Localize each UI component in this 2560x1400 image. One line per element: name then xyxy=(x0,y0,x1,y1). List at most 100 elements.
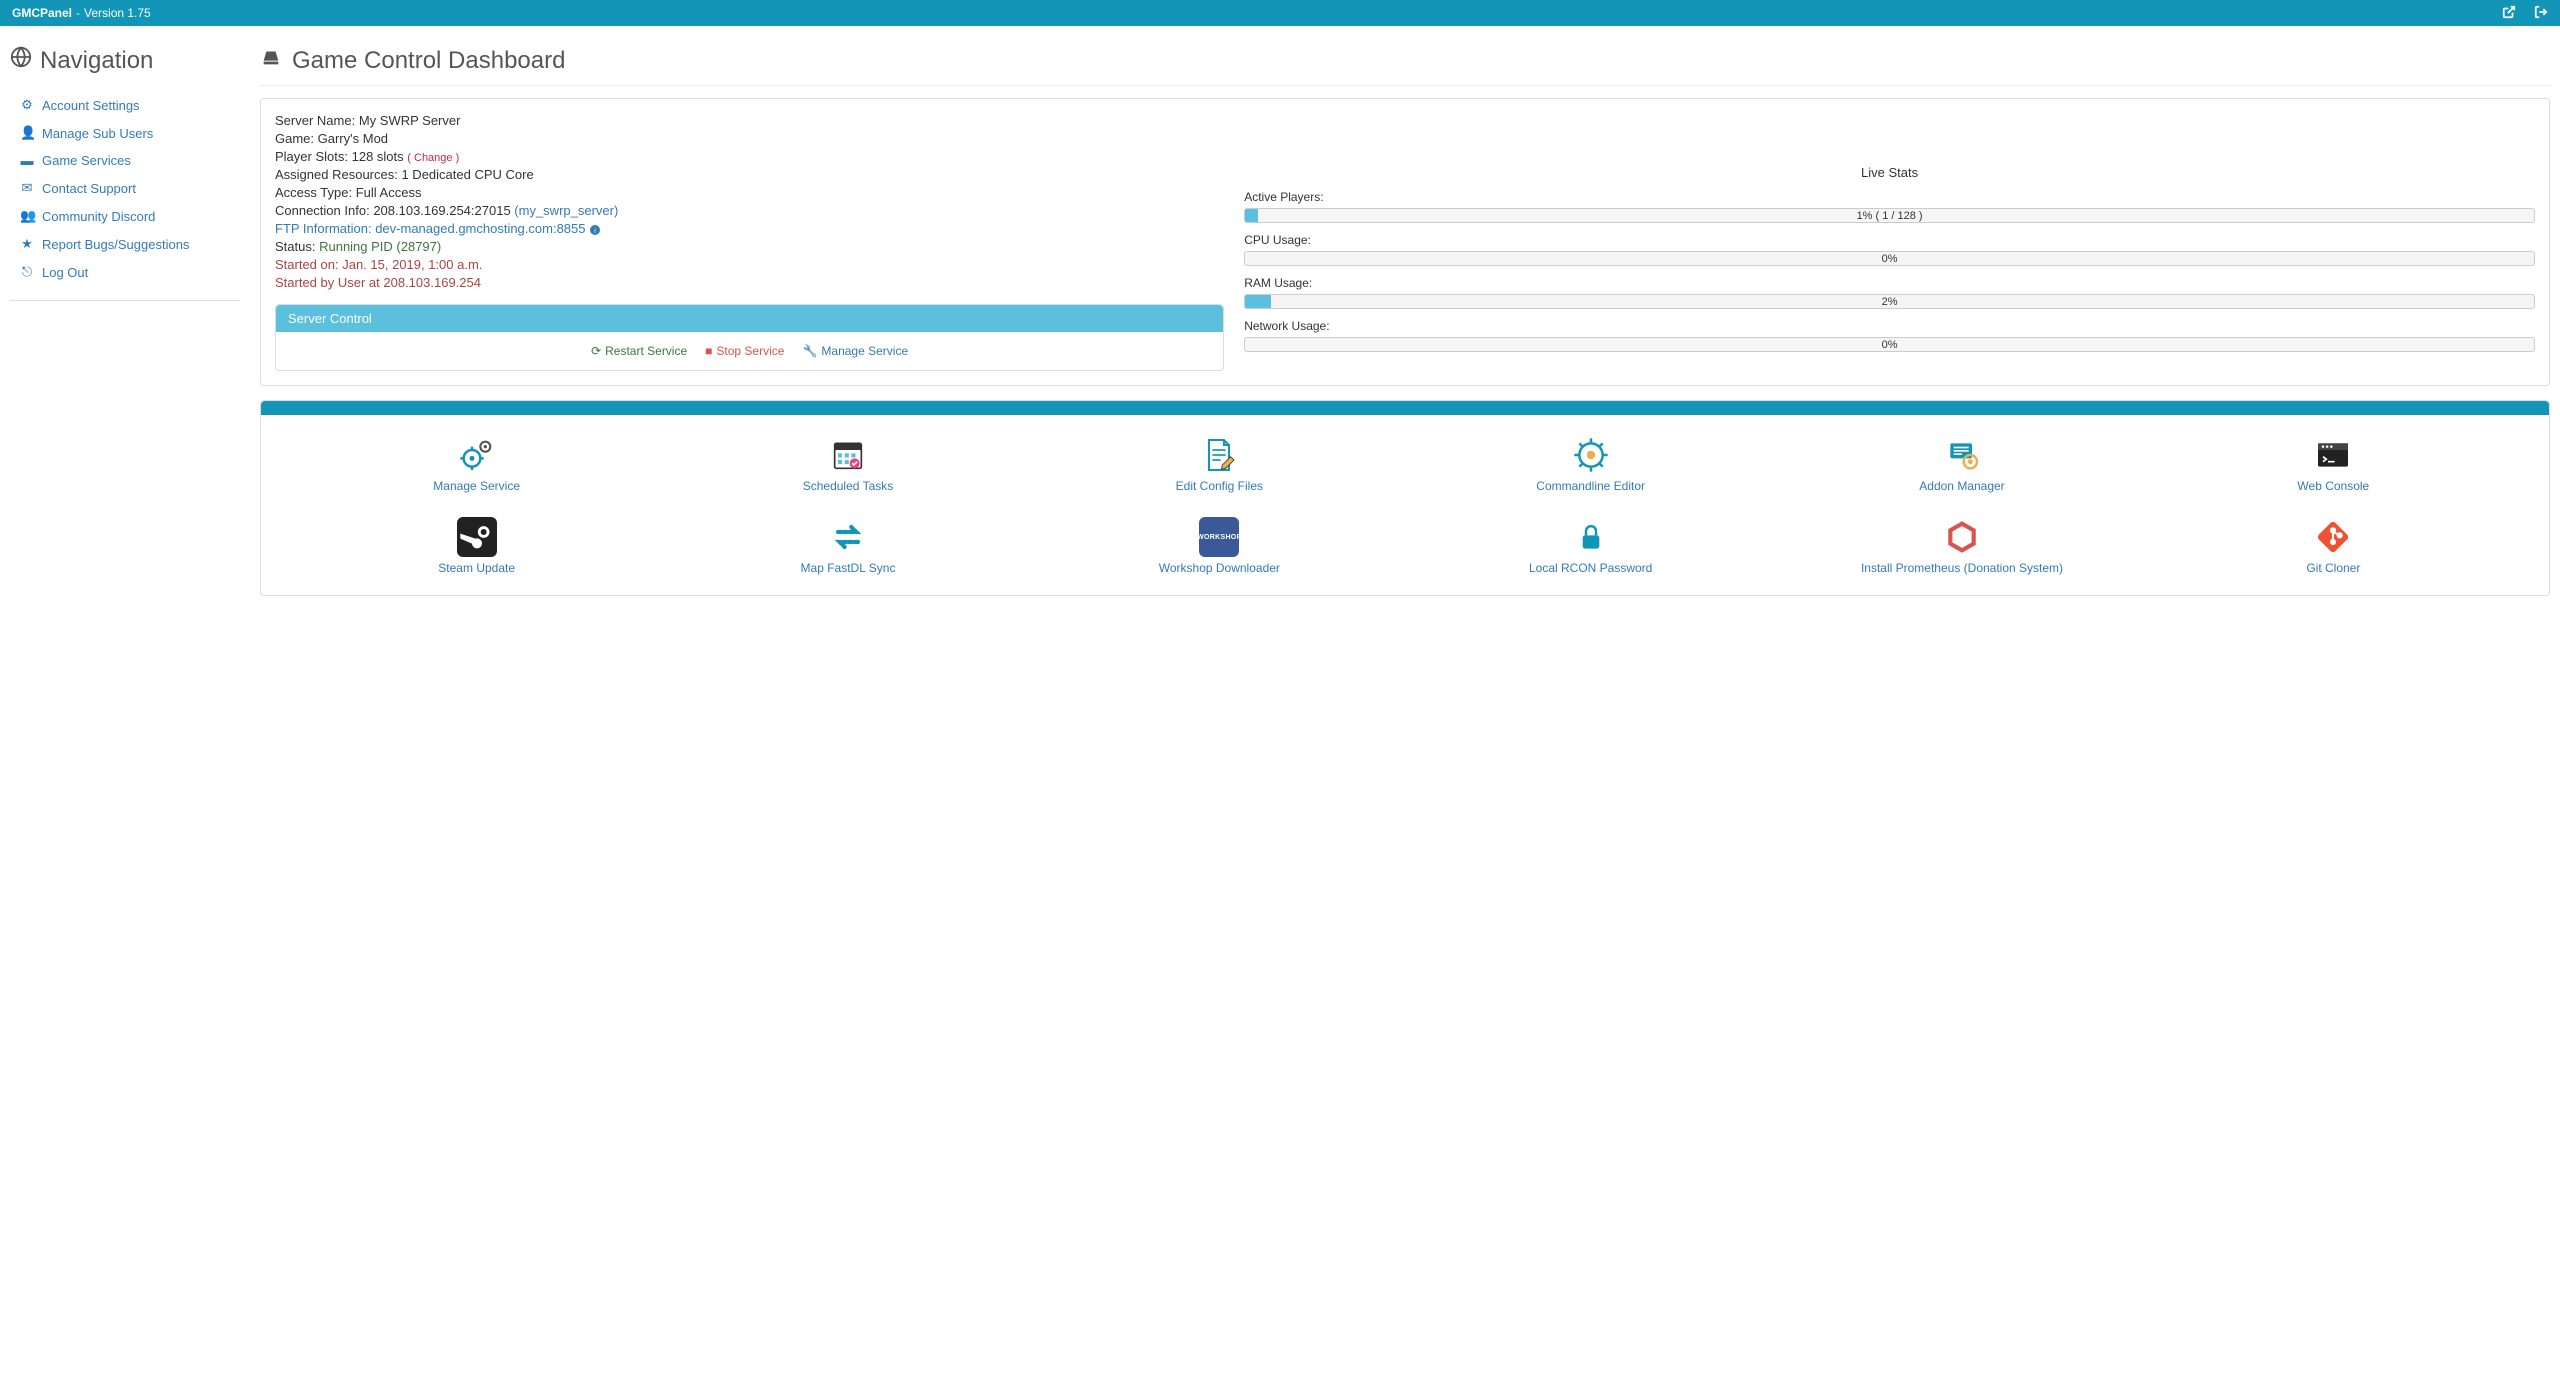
star-icon: ★ xyxy=(20,236,34,252)
prometheus-icon xyxy=(1776,517,2147,557)
sidebar-item-subusers[interactable]: 👤 Manage Sub Users xyxy=(10,119,240,147)
page-heading: Game Control Dashboard xyxy=(260,46,2550,86)
gears-icon xyxy=(291,435,662,475)
workshop-icon: WORKSHOP xyxy=(1034,517,1405,557)
stat-label: RAM Usage: xyxy=(1244,276,2535,290)
sidebar-item-account[interactable]: ⚙ Account Settings xyxy=(10,91,240,119)
addon-icon xyxy=(1776,435,2147,475)
nav-heading: Navigation xyxy=(10,46,240,75)
progress-bar: 0% xyxy=(1244,251,2535,266)
edit-file-icon xyxy=(1034,435,1405,475)
progress-text: 0% xyxy=(1245,252,2534,265)
feature-workshop-downloader[interactable]: WORKSHOP Workshop Downloader xyxy=(1034,517,1405,575)
sign-out-icon[interactable] xyxy=(2534,5,2548,22)
brand-sep: - xyxy=(76,6,80,20)
feature-label: Workshop Downloader xyxy=(1034,561,1405,575)
sidebar-item-label: Log Out xyxy=(42,265,88,280)
feature-scheduled-tasks[interactable]: Scheduled Tasks xyxy=(662,435,1033,493)
info-panel: Server Name: My SWRP Server Game: Garry'… xyxy=(260,98,2550,386)
steam-icon xyxy=(291,517,662,557)
sidebar-item-discord[interactable]: 👥 Community Discord xyxy=(10,202,240,230)
calendar-icon xyxy=(662,435,1033,475)
brand: GMCPanel xyxy=(12,6,72,20)
globe-icon xyxy=(10,46,32,75)
info-game: Game: Garry's Mod xyxy=(275,131,1224,146)
feature-web-console[interactable]: Web Console xyxy=(2148,435,2519,493)
feature-steam-update[interactable]: Steam Update xyxy=(291,517,662,575)
feature-rcon-password[interactable]: Local RCON Password xyxy=(1405,517,1776,575)
stat-ram: RAM Usage: 2% xyxy=(1244,276,2535,309)
progress-bar: 2% xyxy=(1244,294,2535,309)
live-stats: Live Stats Active Players: 1% ( 1 / 128 … xyxy=(1244,113,2535,371)
sync-icon xyxy=(662,517,1033,557)
stat-label: Active Players: xyxy=(1244,190,2535,204)
stop-icon: ■ xyxy=(705,344,712,358)
sidebar-item-label: Game Services xyxy=(42,153,131,168)
feature-box: Manage Service Scheduled Tasks Edit Conf… xyxy=(260,400,2550,596)
sidebar: Navigation ⚙ Account Settings 👤 Manage Sub… xyxy=(10,36,240,596)
stat-label: Network Usage: xyxy=(1244,319,2535,333)
stat-net: Network Usage: 0% xyxy=(1244,319,2535,352)
info-access: Access Type: Full Access xyxy=(275,185,1224,200)
topbar-right xyxy=(2502,5,2548,22)
server-info: Server Name: My SWRP Server Game: Garry'… xyxy=(275,113,1224,371)
wrench-icon: 🔧 xyxy=(802,344,817,358)
conn-alias-link[interactable]: (my_swrp_server) xyxy=(514,203,618,218)
feature-label: Steam Update xyxy=(291,561,662,575)
feature-label: Map FastDL Sync xyxy=(662,561,1033,575)
topbar-left: GMCPanel - Version 1.75 xyxy=(12,6,151,20)
server-control-panel: Server Control ⟳Restart Service ■Stop Se… xyxy=(275,304,1224,371)
user-icon: 👤 xyxy=(20,125,34,141)
progress-text: 0% xyxy=(1245,338,2534,351)
svg-text:i: i xyxy=(594,226,596,234)
feature-fastdl-sync[interactable]: Map FastDL Sync xyxy=(662,517,1033,575)
version: Version 1.75 xyxy=(84,6,151,20)
info-icon[interactable]: i xyxy=(589,224,601,236)
ftp-label-link[interactable]: FTP Information: xyxy=(275,221,372,236)
page-title: Game Control Dashboard xyxy=(292,47,565,75)
info-conn: Connection Info: 208.103.169.254:27015 (… xyxy=(275,203,1224,218)
progress-text: 2% xyxy=(1245,295,2534,308)
stat-cpu: CPU Usage: 0% xyxy=(1244,233,2535,266)
sidebar-item-label: Manage Sub Users xyxy=(42,126,153,141)
sidebar-item-label: Account Settings xyxy=(42,98,140,113)
sidebar-item-label: Community Discord xyxy=(42,209,155,224)
stop-service-button[interactable]: ■Stop Service xyxy=(705,344,784,358)
feature-label: Addon Manager xyxy=(1776,479,2147,493)
feature-grid: Manage Service Scheduled Tasks Edit Conf… xyxy=(261,415,2549,595)
sidebar-item-services[interactable]: ▬ Game Services xyxy=(10,147,240,174)
feature-label: Scheduled Tasks xyxy=(662,479,1033,493)
info-slots: Player Slots: 128 slots ( Change ) xyxy=(275,149,1224,164)
feature-addon-manager[interactable]: Addon Manager xyxy=(1776,435,2147,493)
feature-edit-config[interactable]: Edit Config Files xyxy=(1034,435,1405,493)
main: Game Control Dashboard Server Name: My S… xyxy=(260,36,2550,596)
server-control-header: Server Control xyxy=(276,305,1223,332)
feature-stripe xyxy=(261,401,2549,415)
envelope-icon: ✉ xyxy=(20,180,34,196)
git-icon xyxy=(2148,517,2519,557)
topbar: GMCPanel - Version 1.75 xyxy=(0,0,2560,26)
feature-git-cloner[interactable]: Git Cloner xyxy=(2148,517,2519,575)
sidebar-item-label: Contact Support xyxy=(42,181,136,196)
console-icon xyxy=(2148,435,2519,475)
hdd-icon: ▬ xyxy=(20,153,34,168)
change-slots-link[interactable]: ( Change ) xyxy=(407,152,459,164)
ftp-host-link[interactable]: dev-managed.gmchosting.com:8855 xyxy=(375,221,585,236)
gear-icon: ⚙ xyxy=(20,97,34,113)
nav-title: Navigation xyxy=(40,47,153,75)
restart-service-button[interactable]: ⟳Restart Service xyxy=(591,344,687,358)
feature-commandline-editor[interactable]: Commandline Editor xyxy=(1405,435,1776,493)
sidebar-item-bugs[interactable]: ★ Report Bugs/Suggestions xyxy=(10,230,240,258)
feature-manage-service[interactable]: Manage Service xyxy=(291,435,662,493)
info-status: Status: Running PID (28797) xyxy=(275,239,1224,254)
sidebar-item-label: Report Bugs/Suggestions xyxy=(42,237,189,252)
sidebar-item-logout[interactable]: ⎋Log Out xyxy=(10,258,240,286)
stat-players: Active Players: 1% ( 1 / 128 ) xyxy=(1244,190,2535,223)
feature-install-prometheus[interactable]: Install Prometheus (Donation System) xyxy=(1776,517,2147,575)
sidebar-item-support[interactable]: ✉ Contact Support xyxy=(10,174,240,202)
nav-list: ⚙ Account Settings 👤 Manage Sub Users ▬ Gam… xyxy=(10,91,240,301)
external-link-icon[interactable] xyxy=(2502,5,2516,22)
users-icon: 👥 xyxy=(20,208,34,224)
feature-label: Edit Config Files xyxy=(1034,479,1405,493)
manage-service-button[interactable]: 🔧Manage Service xyxy=(802,344,908,358)
